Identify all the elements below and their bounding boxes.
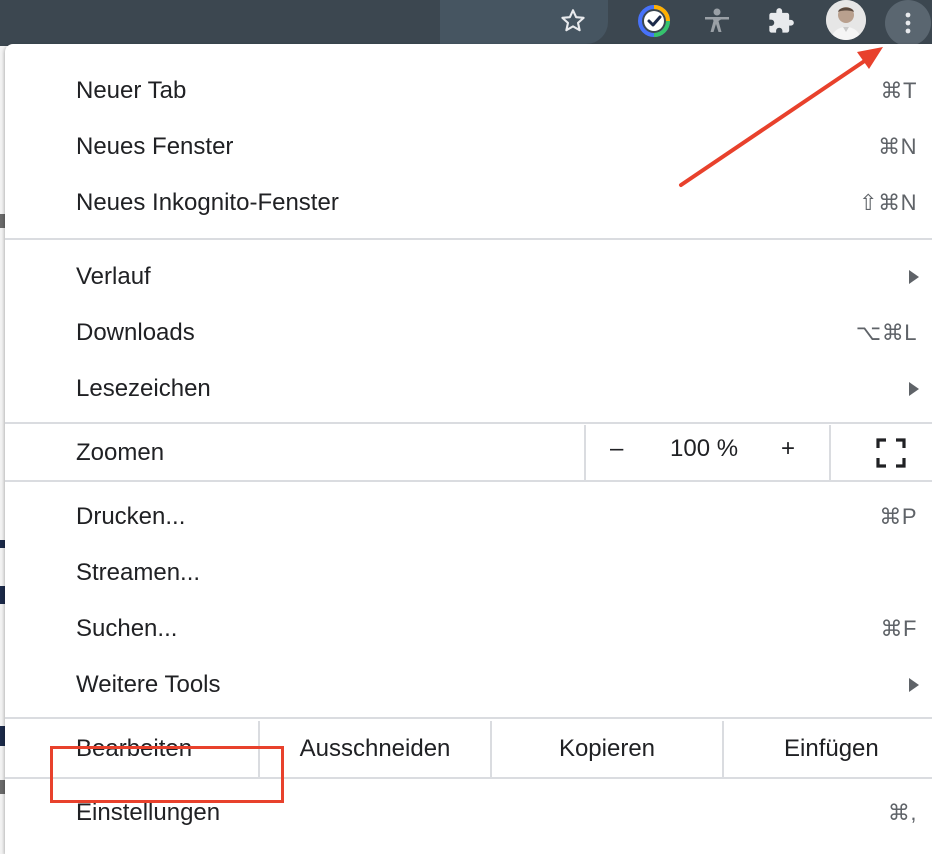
menu-item-print[interactable]: Drucken... ⌘P <box>5 489 932 545</box>
menu-item-label: Verlauf <box>76 263 151 290</box>
bookmark-star-icon[interactable] <box>556 4 590 38</box>
shortcut-label: ⌥⌘L <box>855 320 917 345</box>
zoom-label: Zoomen <box>76 439 165 466</box>
submenu-arrow-icon <box>909 678 919 692</box>
more-menu-button[interactable] <box>885 0 931 46</box>
zoom-out-button[interactable]: – <box>610 435 623 463</box>
zoom-level-value: 100 % <box>670 435 739 462</box>
menu-item-more-tools[interactable]: Weitere Tools <box>5 657 932 713</box>
menu-item-find[interactable]: Suchen... ⌘F <box>5 601 932 657</box>
menu-item-label: Einstellungen <box>76 799 221 826</box>
shortcut-label: ⇧⌘N <box>859 190 917 215</box>
menu-item-new-tab[interactable]: Neuer Tab ⌘T <box>5 63 932 119</box>
settings-highlight-box <box>50 746 284 803</box>
menu-item-bookmarks[interactable]: Lesezeichen <box>5 361 932 417</box>
shortcut-label: ⌘T <box>880 78 917 103</box>
profile-avatar[interactable] <box>826 0 866 40</box>
menu-item-new-incognito-window[interactable]: Neues Inkognito-Fenster ⇧⌘N <box>5 175 932 231</box>
cut-button[interactable]: Ausschneiden <box>260 721 490 777</box>
submenu-arrow-icon <box>909 270 919 284</box>
menu-item-history[interactable]: Verlauf <box>5 249 932 305</box>
copy-button[interactable]: Kopieren <box>492 721 722 777</box>
zoom-divider <box>829 425 831 481</box>
paste-button[interactable]: Einfügen <box>724 721 932 777</box>
menu-item-label: Suchen... <box>76 615 178 642</box>
menu-item-label: Drucken... <box>76 503 186 530</box>
menu-item-cast[interactable]: Streamen... <box>5 545 932 601</box>
zoom-in-button[interactable]: + <box>781 435 795 463</box>
menu-item-label: Lesezeichen <box>76 375 211 402</box>
chrome-main-menu: Neuer Tab ⌘T Neues Fenster ⌘N Neues Inko… <box>5 44 932 854</box>
menu-separator <box>5 717 932 719</box>
menu-item-downloads[interactable]: Downloads ⌥⌘L <box>5 305 932 361</box>
shortcut-label: ⌘P <box>879 504 917 529</box>
shortcut-label: ⌘N <box>878 134 917 159</box>
ticktick-extension-icon[interactable] <box>637 4 671 38</box>
zoom-divider <box>584 425 586 481</box>
menu-separator <box>5 422 932 424</box>
menu-separator <box>5 480 932 482</box>
accessibility-extension-icon[interactable] <box>700 4 734 38</box>
shortcut-label: ⌘F <box>880 616 917 641</box>
menu-item-label: Downloads <box>76 319 195 346</box>
menu-item-label: Weitere Tools <box>76 671 221 698</box>
browser-toolbar <box>0 0 932 46</box>
menu-item-label: Neuer Tab <box>76 77 187 104</box>
shortcut-label: ⌘, <box>887 800 917 825</box>
menu-item-new-window[interactable]: Neues Fenster ⌘N <box>5 119 932 175</box>
submenu-arrow-icon <box>909 382 919 396</box>
menu-item-label: Neues Inkognito-Fenster <box>76 189 339 216</box>
extensions-puzzle-icon[interactable] <box>764 4 798 38</box>
menu-separator <box>5 238 932 240</box>
more-vert-icon <box>905 12 911 34</box>
fullscreen-icon[interactable] <box>876 438 906 468</box>
menu-item-label: Streamen... <box>76 559 201 586</box>
zoom-row: Zoomen – 100 % + <box>5 425 932 481</box>
menu-item-label: Neues Fenster <box>76 133 234 160</box>
